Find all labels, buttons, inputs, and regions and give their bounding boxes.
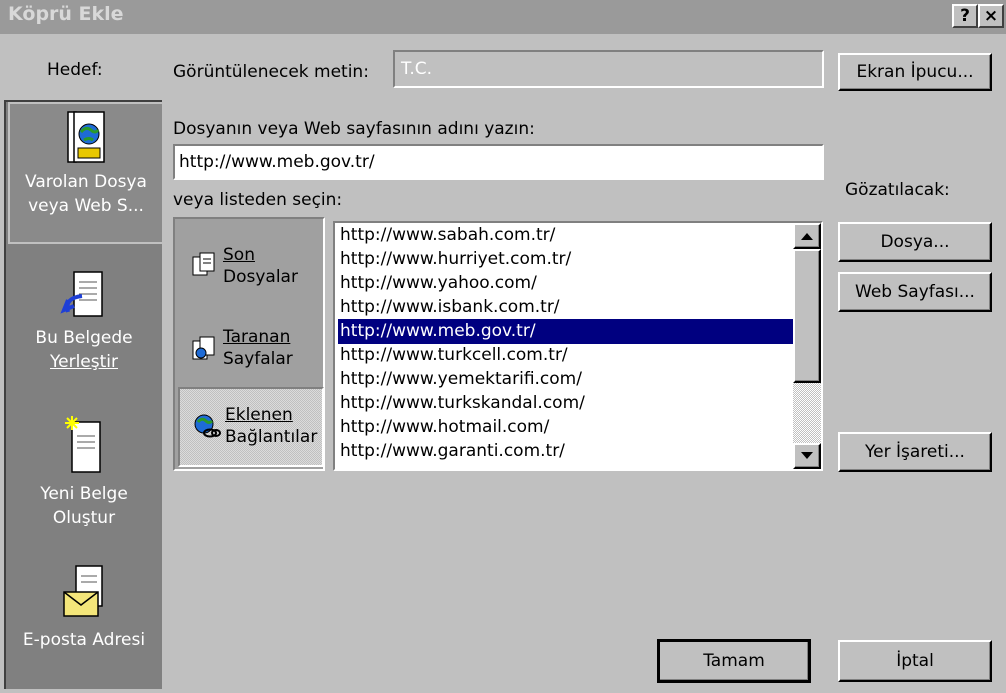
list-item[interactable]: http://www.turkcell.com.tr/ (338, 343, 793, 368)
list-item[interactable]: http://www.yemektarifi.com/ (338, 367, 793, 392)
nav-email-address[interactable]: E-posta Adresi (8, 564, 160, 656)
scroll-thumb[interactable] (793, 249, 821, 383)
address-value: http://www.meb.gov.tr/ (179, 152, 375, 172)
tab-inserted-links-line1: Eklenen (225, 405, 293, 425)
bookmark-button[interactable]: Yer İşareti... (838, 432, 992, 472)
tab-browsed-pages-line2: Sayfalar (223, 349, 293, 369)
tab-recent-files[interactable]: Son Dosyalar (178, 229, 324, 309)
nav-place-in-document-line1: Bu Belgede (35, 328, 133, 348)
nav-existing-file-line2: veya Web S... (28, 196, 144, 216)
scroll-down-button[interactable] (793, 443, 821, 469)
address-label: Dosyanın veya Web sayfasının adını yazın… (173, 119, 535, 139)
tab-inserted-links-line2: Bağlantılar (225, 427, 318, 447)
nav-place-in-document[interactable]: Bu Belgede Yerleştir (8, 270, 160, 382)
list-item[interactable]: http://www.isbank.com.tr/ (338, 295, 793, 320)
target-label: Hedef: (47, 60, 103, 80)
nav-place-in-document-line2: Yerleştir (50, 352, 118, 372)
nav-new-document-line1: Yeni Belge (40, 484, 128, 504)
tab-inserted-links[interactable]: Eklenen Bağlantılar (178, 387, 324, 467)
inserted-links-icon (194, 414, 221, 438)
browse-label: Gözatılacak: (845, 180, 950, 200)
list-item[interactable]: http://www.hotmail.com/ (338, 415, 793, 440)
title-bar[interactable]: Köprü Ekle ? × (0, 0, 1006, 34)
close-button[interactable]: × (978, 4, 1004, 28)
list-item[interactable]: http://www.garanti.com.tr/ (338, 439, 793, 464)
nav-new-document-line2: Oluştur (52, 508, 116, 528)
new-document-icon (65, 416, 101, 473)
list-item[interactable]: http://www.sabah.com.tr/ (338, 223, 793, 248)
nav-existing-file[interactable]: Varolan Dosya veya Web S... (8, 102, 164, 244)
browsed-pages-icon (192, 336, 215, 360)
nav-existing-file-line1: Varolan Dosya (25, 172, 147, 192)
address-input[interactable]: http://www.meb.gov.tr/ (173, 144, 824, 180)
list-item[interactable]: http://www.hurriyet.com.tr/ (338, 247, 793, 272)
tab-recent-files-line1: Son (223, 245, 255, 265)
tab-browsed-pages[interactable]: Taranan Sayfalar (178, 311, 324, 391)
scroll-up-button[interactable] (793, 223, 821, 249)
display-text-label: Görüntülenecek metin: (173, 62, 369, 82)
list-item[interactable]: http://www.turkskandal.com/ (338, 391, 793, 416)
screen-tip-button[interactable]: Ekran İpucu... (838, 53, 992, 91)
help-button[interactable]: ? (952, 4, 978, 28)
link-target-bar: Varolan Dosya veya Web S... Bu Belgede Y… (4, 100, 164, 689)
url-list-scrollbar[interactable] (793, 223, 821, 469)
window-title: Köprü Ekle (8, 3, 124, 25)
cancel-button[interactable]: İptal (838, 640, 992, 682)
nav-email-line1: E-posta Adresi (22, 630, 146, 650)
recent-files-icon (192, 252, 215, 276)
or-select-label: veya listeden seçin: (173, 190, 343, 210)
ok-button[interactable]: Tamam (657, 639, 811, 683)
display-text-value: T.C. (401, 59, 433, 79)
email-icon (63, 565, 103, 617)
url-list[interactable]: http://www.sabah.com.tr/ http://www.hurr… (333, 221, 823, 471)
nav-new-document[interactable]: Yeni Belge Oluştur (8, 414, 160, 528)
tab-browsed-pages-line1: Taranan (223, 327, 291, 347)
tab-recent-files-line2: Dosyalar (223, 267, 298, 287)
list-item-selected[interactable]: http://www.meb.gov.tr/ (338, 319, 793, 344)
display-text-field[interactable]: T.C. (393, 50, 824, 88)
browse-file-button[interactable]: Dosya... (838, 222, 992, 262)
arrow-up-icon (801, 233, 813, 240)
existing-file-icon (67, 111, 105, 163)
place-in-document-icon (60, 271, 103, 317)
arrow-down-icon (801, 452, 813, 459)
list-source-tabs: Son Dosyalar Taranan Sayfalar Eklenen Ba… (173, 217, 325, 471)
browse-web-page-button[interactable]: Web Sayfası... (838, 272, 992, 312)
list-item[interactable]: http://www.yahoo.com/ (338, 271, 793, 296)
